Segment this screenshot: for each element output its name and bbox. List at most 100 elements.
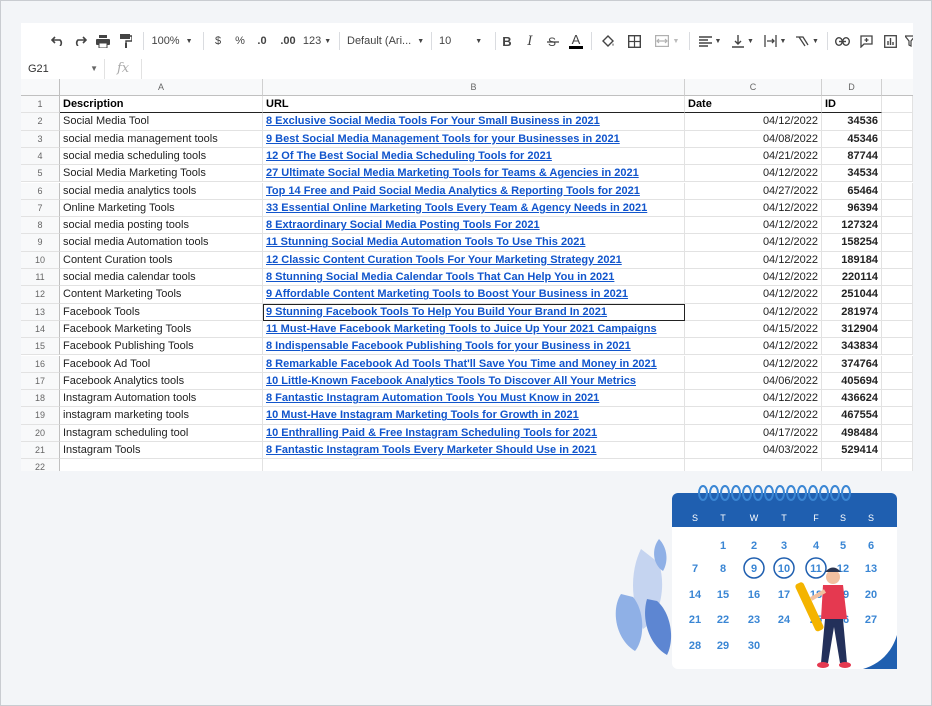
url-cell[interactable]: 8 Fantastic Instagram Tools Every Market… [263, 442, 685, 460]
description-cell[interactable]: Online Marketing Tools [60, 199, 263, 218]
url-link[interactable]: 27 Ultimate Social Media Marketing Tools… [266, 167, 639, 179]
paint-format-icon[interactable] [117, 32, 135, 50]
empty-cell[interactable] [882, 372, 913, 391]
empty-cell[interactable] [882, 338, 913, 356]
description-header[interactable]: Description [60, 96, 263, 114]
url-cell[interactable]: 8 Exclusive Social Media Tools For Your … [263, 113, 685, 131]
description-cell[interactable]: social media management tools [60, 130, 263, 148]
url-link[interactable]: 12 Of The Best Social Media Scheduling T… [266, 150, 552, 162]
horizontal-align-icon[interactable]: ▼ [696, 32, 724, 50]
description-cell[interactable]: social media posting tools [60, 217, 263, 235]
id-cell[interactable]: 189184 [822, 251, 882, 269]
id-cell[interactable] [822, 459, 882, 471]
row-number[interactable]: 19 [21, 407, 60, 425]
id-cell[interactable]: 87744 [822, 147, 882, 166]
description-cell[interactable]: Facebook Publishing Tools [60, 338, 263, 356]
more-formats-button[interactable]: 123 ▼ [301, 32, 333, 50]
url-link[interactable]: 10 Enthralling Paid & Free Instagram Sch… [266, 427, 597, 439]
id-cell[interactable]: 529414 [822, 442, 882, 460]
merge-cells-icon[interactable]: ▼ [651, 32, 683, 50]
url-cell[interactable]: 8 Remarkable Facebook Ad Tools That'll S… [263, 355, 685, 373]
description-cell[interactable]: Instagram scheduling tool [60, 424, 263, 442]
redo-icon[interactable] [71, 32, 89, 50]
url-cell[interactable]: 33 Essential Online Marketing Tools Ever… [263, 199, 685, 218]
url-link[interactable]: 9 Best Social Media Management Tools for… [266, 133, 620, 145]
url-link[interactable]: 8 Fantastic Instagram Automation Tools Y… [266, 392, 599, 404]
date-cell[interactable]: 04/03/2022 [685, 442, 822, 460]
description-cell[interactable]: Content Curation tools [60, 251, 263, 269]
description-cell[interactable]: Instagram Automation tools [60, 390, 263, 408]
row-number[interactable]: 20 [21, 424, 60, 442]
url-cell[interactable]: 8 Indispensable Facebook Publishing Tool… [263, 338, 685, 356]
date-cell[interactable]: 04/12/2022 [685, 217, 822, 235]
empty-cell[interactable] [882, 96, 913, 114]
date-cell[interactable]: 04/12/2022 [685, 286, 822, 304]
row-number[interactable]: 11 [21, 269, 60, 287]
bold-button[interactable]: B [500, 32, 514, 50]
id-cell[interactable]: 220114 [822, 269, 882, 287]
url-link[interactable]: Top 14 Free and Paid Social Media Analyt… [266, 185, 640, 197]
row-number[interactable]: 10 [21, 251, 60, 269]
url-link[interactable]: 8 Stunning Social Media Calendar Tools T… [266, 271, 614, 283]
url-cell[interactable]: 12 Classic Content Curation Tools For Yo… [263, 251, 685, 269]
vertical-align-icon[interactable]: ▼ [729, 32, 757, 50]
description-cell[interactable]: Facebook Marketing Tools [60, 320, 263, 339]
url-cell[interactable]: 11 Stunning Social Media Automation Tool… [263, 234, 685, 252]
strikethrough-icon[interactable]: S [545, 32, 561, 50]
date-cell[interactable]: 04/27/2022 [685, 182, 822, 200]
url-cell[interactable]: 9 Stunning Facebook Tools To Help You Bu… [263, 303, 685, 321]
empty-cell[interactable] [882, 269, 913, 287]
url-cell[interactable]: 11 Must-Have Facebook Marketing Tools to… [263, 320, 685, 339]
description-cell[interactable]: Social Media Tool [60, 113, 263, 131]
empty-cell[interactable] [882, 303, 913, 321]
url-link[interactable]: 10 Must-Have Instagram Marketing Tools f… [266, 409, 579, 421]
row-number[interactable]: 2 [21, 113, 60, 131]
empty-cell[interactable] [882, 355, 913, 373]
empty-cell[interactable] [882, 459, 913, 471]
empty-cell[interactable] [882, 182, 913, 200]
insert-chart-icon[interactable] [881, 32, 899, 50]
id-cell[interactable]: 405694 [822, 372, 882, 391]
id-cell[interactable]: 96394 [822, 199, 882, 218]
print-icon[interactable] [94, 32, 112, 50]
date-cell[interactable]: 04/12/2022 [685, 338, 822, 356]
id-cell[interactable]: 374764 [822, 355, 882, 373]
row-number[interactable]: 15 [21, 338, 60, 356]
filter-icon[interactable] [905, 32, 913, 50]
description-cell[interactable]: Content Marketing Tools [60, 286, 263, 304]
date-cell[interactable]: 04/08/2022 [685, 130, 822, 148]
date-cell[interactable]: 04/21/2022 [685, 147, 822, 166]
empty-cell[interactable] [882, 217, 913, 235]
row-number[interactable]: 22 [21, 459, 60, 471]
description-cell[interactable]: Facebook Ad Tool [60, 355, 263, 373]
url-link[interactable]: 8 Extraordinary Social Media Posting Too… [266, 219, 540, 231]
font-family-select[interactable]: Default (Ari... ▼ [347, 32, 425, 50]
url-link[interactable]: 9 Affordable Content Marketing Tools to … [266, 288, 628, 300]
id-cell[interactable]: 34536 [822, 113, 882, 131]
empty-cell[interactable] [882, 113, 913, 131]
url-cell[interactable]: 9 Affordable Content Marketing Tools to … [263, 286, 685, 304]
row-number[interactable]: 8 [21, 217, 60, 235]
date-cell[interactable]: 04/12/2022 [685, 234, 822, 252]
row-number[interactable]: 4 [21, 147, 60, 166]
id-cell[interactable]: 127324 [822, 217, 882, 235]
empty-cell[interactable] [882, 286, 913, 304]
percent-button[interactable]: % [233, 32, 247, 50]
description-cell[interactable]: social media analytics tools [60, 182, 263, 200]
id-cell[interactable]: 45346 [822, 130, 882, 148]
url-link[interactable]: 8 Exclusive Social Media Tools For Your … [266, 115, 600, 127]
column-header-e[interactable] [882, 79, 913, 96]
date-cell[interactable]: 04/12/2022 [685, 269, 822, 287]
id-cell[interactable]: 281974 [822, 303, 882, 321]
date-header[interactable]: Date [685, 96, 822, 114]
description-cell[interactable]: Social Media Marketing Tools [60, 165, 263, 183]
id-cell[interactable]: 498484 [822, 424, 882, 442]
fill-color-icon[interactable] [599, 32, 617, 50]
description-cell[interactable]: Facebook Analytics tools [60, 372, 263, 391]
select-all-corner[interactable] [21, 79, 60, 96]
id-cell[interactable]: 34534 [822, 165, 882, 183]
date-cell[interactable]: 04/12/2022 [685, 113, 822, 131]
id-cell[interactable]: 343834 [822, 338, 882, 356]
empty-cell[interactable] [882, 407, 913, 425]
text-color-button[interactable]: A [568, 32, 584, 50]
